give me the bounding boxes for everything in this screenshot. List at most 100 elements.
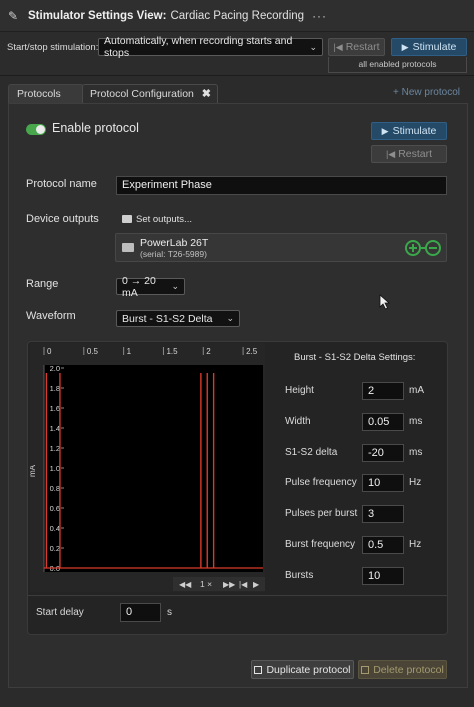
y-tick-label: 0.2 [50, 544, 60, 553]
stimulation-mode-value: Automatically, when recording starts and… [104, 35, 293, 59]
restart-icon: |◀ [333, 41, 343, 52]
duplicate-protocol-button[interactable]: Duplicate protocol [251, 660, 354, 679]
delete-protocol-label: Delete protocol [373, 663, 444, 676]
output-connector-icon [405, 240, 441, 256]
stimulation-mode-select[interactable]: Automatically, when recording starts and… [98, 35, 323, 59]
start-stop-label: Start/stop stimulation: [7, 42, 99, 53]
waveform-settings-title: Burst - S1-S2 Delta Settings: [294, 352, 416, 363]
window-subtitle: Cardiac Pacing Recording [170, 9, 305, 22]
start-delay-divider [28, 595, 447, 596]
y-tick-label: 1.6 [50, 404, 60, 413]
set-outputs-button[interactable]: Set outputs... [122, 214, 192, 225]
setting-input[interactable]: 10 [362, 567, 404, 585]
delete-protocol-button[interactable]: Delete protocol [358, 660, 447, 679]
setting-label: Pulse frequency [285, 477, 357, 488]
window-title: Stimulator Settings View: [28, 9, 167, 22]
setting-label: Burst frequency [285, 539, 356, 550]
step-back-icon[interactable]: ◀◀ [179, 580, 192, 589]
start-delay-unit: s [167, 607, 172, 618]
x-tick-label: 1 [127, 347, 132, 356]
setting-unit: ms [409, 447, 423, 458]
start-delay-label: Start delay [36, 607, 84, 618]
y-tick-label: 1.8 [50, 384, 60, 393]
chevron-down-icon: ⌄ [171, 281, 179, 291]
waveform-value: Burst - S1-S2 Delta [122, 312, 213, 325]
y-tick-label: 1.0 [50, 464, 60, 473]
setting-label: S1-S2 delta [285, 447, 338, 458]
step-forward-icon[interactable]: ▶▶ [223, 580, 236, 589]
chevron-down-icon: ⌄ [309, 41, 317, 52]
global-restart-button[interactable]: |◀ Restart [328, 38, 385, 56]
device-serial: (serial: T26-5989) [140, 249, 207, 259]
y-axis-label: mA [30, 464, 37, 477]
trash-icon [361, 665, 370, 674]
setting-input[interactable]: 10 [362, 474, 404, 492]
y-tick-label: 0.4 [50, 524, 60, 533]
stimulator-app-icon: ✎ [8, 8, 19, 23]
setting-unit: Hz [409, 539, 422, 550]
tab-bar: Protocols Protocol Configuration ✖ + New… [0, 84, 474, 104]
device-name: PowerLab 26T [140, 237, 209, 249]
setting-input[interactable]: 0.5 [362, 536, 404, 554]
y-tick-label: 2.0 [50, 364, 60, 373]
device-outputs-label: Device outputs [26, 213, 99, 225]
setting-label: Bursts [285, 570, 314, 581]
x-tick-label: 2.5 [246, 347, 258, 356]
waveform-chart: mA 0 0.5 1 1.5 2 2.5 0.00.20.40.60.81.01.21.4… [30, 343, 265, 592]
x-tick-label: 1.5 [166, 347, 178, 356]
enable-protocol-toggle[interactable] [26, 124, 46, 135]
start-delay-input[interactable]: 0 [120, 603, 161, 622]
x-tick-label: 0 [47, 347, 52, 356]
tab-protocol-configuration-label: Protocol Configuration [90, 88, 194, 100]
range-label: Range [26, 278, 59, 290]
more-options-icon[interactable]: ··· [312, 9, 327, 23]
range-select[interactable]: 0 → 20 mA ⌄ [116, 275, 185, 299]
setting-unit: Hz [409, 477, 422, 488]
tab-protocol-configuration[interactable]: Protocol Configuration ✖ [82, 84, 218, 104]
setting-input[interactable]: 2 [362, 382, 404, 400]
waveform-select[interactable]: Burst - S1-S2 Delta ⌄ [116, 310, 240, 327]
chevron-down-icon: ⌄ [226, 313, 234, 323]
global-restart-label: Restart [345, 41, 380, 53]
play-icon: ▶ [381, 125, 389, 136]
device-card[interactable]: PowerLab 26T (serial: T26-5989) [115, 233, 447, 262]
set-outputs-label: Set outputs... [136, 214, 192, 225]
stimulation-control-bar: Start/stop stimulation: Automatically, w… [0, 32, 474, 76]
setting-label: Width [285, 416, 311, 427]
protocol-restart-button[interactable]: |◀ Restart [371, 145, 447, 163]
enable-protocol-label: Enable protocol [52, 121, 139, 135]
protocol-stimulate-label: Stimulate [392, 125, 437, 137]
y-tick-label: 1.4 [50, 424, 60, 433]
setting-label: Pulses per burst [285, 508, 358, 519]
powerlab-device-icon [122, 243, 134, 252]
skip-start-icon[interactable]: |◀ [239, 580, 248, 589]
protocol-name-label: Protocol name [26, 178, 97, 190]
close-tab-icon[interactable]: ✖ [202, 85, 211, 104]
protocol-stimulate-button[interactable]: ▶ Stimulate [371, 122, 447, 140]
y-tick-label: 0.6 [50, 504, 60, 513]
global-stimulate-button[interactable]: ▶ Stimulate [391, 38, 467, 56]
global-stimulate-label: Stimulate [412, 41, 457, 53]
window-titlebar: ✎ Stimulator Settings View: Cardiac Paci… [0, 0, 474, 32]
restart-icon: |◀ [385, 148, 396, 159]
y-tick-label: 1.2 [50, 444, 60, 453]
x-tick-label: 0.5 [87, 347, 99, 356]
play-preview-icon[interactable]: ▶ [253, 580, 260, 589]
new-protocol-button[interactable]: + New protocol [393, 87, 460, 98]
playback-controls: ◀◀ 1 × ▶▶ |◀ ▶ [173, 577, 265, 591]
setting-label: Height [285, 385, 314, 396]
y-tick-label: 0.8 [50, 484, 60, 493]
setting-unit: mA [409, 385, 424, 396]
setting-input[interactable]: 3 [362, 505, 404, 523]
x-tick-label: 2 [206, 347, 211, 356]
stimulation-scope-note: all enabled protocols [328, 57, 467, 73]
mouse-cursor-icon [379, 294, 391, 310]
setting-input[interactable]: -20 [362, 444, 404, 462]
tab-protocols[interactable]: Protocols [8, 84, 84, 104]
waveform-label: Waveform [26, 310, 76, 322]
setting-unit: ms [409, 416, 423, 427]
duplicate-protocol-label: Duplicate protocol [266, 663, 351, 676]
setting-input[interactable]: 0.05 [362, 413, 404, 431]
protocol-name-input[interactable]: Experiment Phase [116, 176, 447, 195]
range-value: 0 → 20 mA [122, 274, 156, 299]
